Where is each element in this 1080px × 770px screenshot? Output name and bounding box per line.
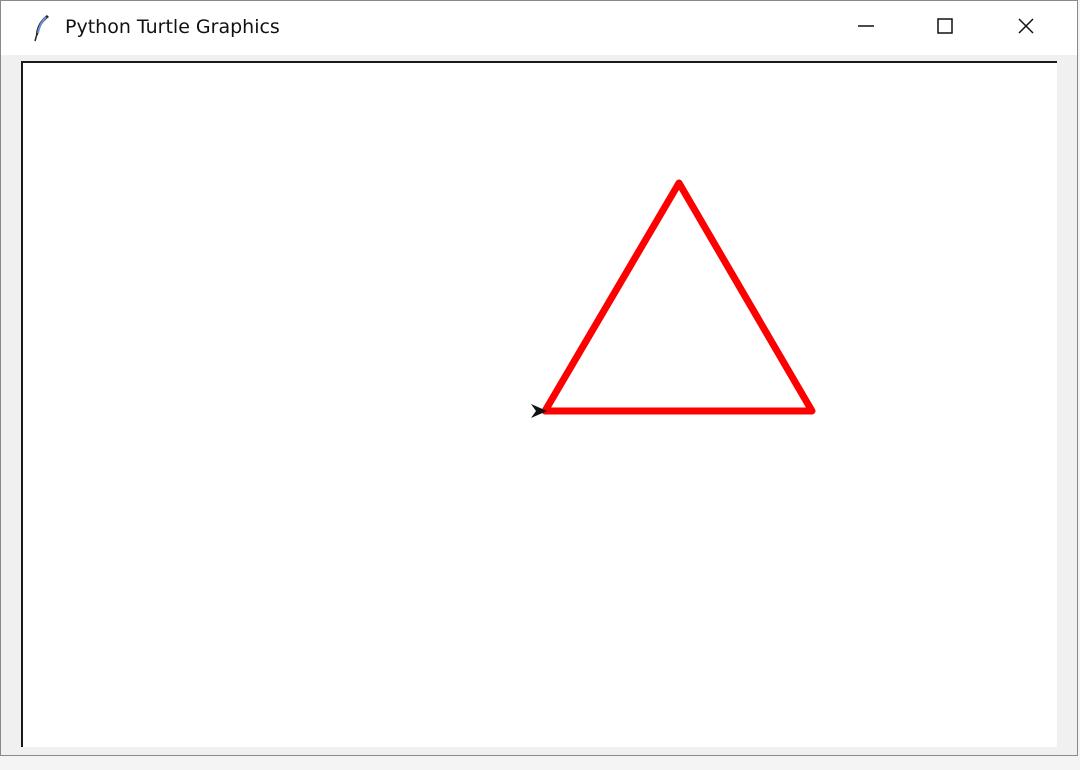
red-triangle <box>541 179 816 415</box>
maximize-icon <box>935 16 955 40</box>
feather-icon <box>31 13 53 43</box>
window-title: Python Turtle Graphics <box>65 16 280 38</box>
title-bar[interactable]: Python Turtle Graphics <box>1 1 1077 55</box>
drawing-surface <box>531 179 816 418</box>
minimize-icon <box>856 16 876 40</box>
close-icon <box>1016 16 1036 40</box>
turtle-window: Python Turtle Graphics <box>0 0 1078 756</box>
close-button[interactable] <box>987 1 1065 55</box>
maximize-button[interactable] <box>906 1 984 55</box>
turtle-canvas[interactable] <box>21 61 1057 747</box>
minimize-button[interactable] <box>827 1 905 55</box>
window-client-area <box>9 55 1069 753</box>
